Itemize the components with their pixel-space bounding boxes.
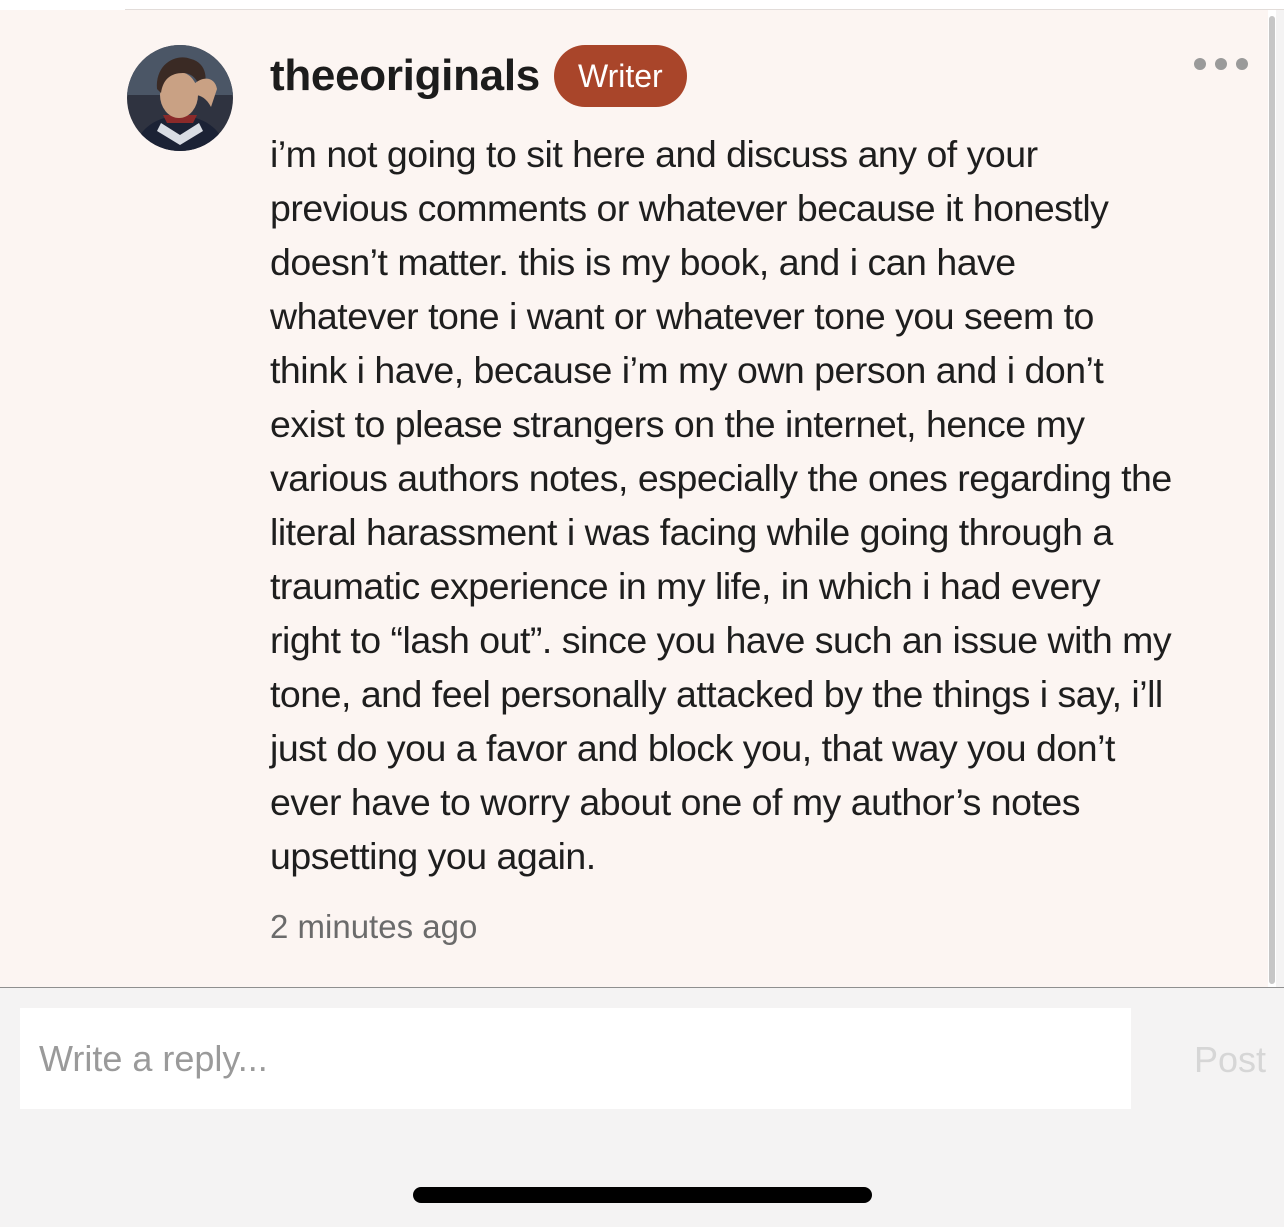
comment-timestamp: 2 minutes ago bbox=[270, 908, 478, 945]
comment-line: traumatic experience in my life, in whic… bbox=[270, 565, 1101, 607]
more-options-button[interactable] bbox=[1188, 50, 1254, 78]
reply-box bbox=[20, 1008, 1131, 1109]
scrollbar[interactable] bbox=[1268, 10, 1276, 987]
comment-line: previous comments or whatever because it… bbox=[270, 187, 1109, 229]
divider bbox=[0, 987, 1284, 988]
avatar[interactable] bbox=[127, 45, 233, 151]
writer-badge: Writer bbox=[553, 45, 687, 107]
comment-line: doesn’t matter. this is my book, and i c… bbox=[270, 241, 1016, 283]
post-button[interactable]: Post bbox=[1148, 1033, 1266, 1087]
reply-input[interactable] bbox=[20, 1008, 1131, 1109]
comment-line: exist to please strangers on the interne… bbox=[270, 403, 1085, 445]
more-horizontal-icon bbox=[1236, 58, 1248, 70]
comment-line: various authors notes, especially the on… bbox=[270, 457, 1172, 499]
comment-line: upsetting you again. bbox=[270, 835, 596, 877]
comment-line: just do you a favor and block you, that … bbox=[270, 727, 1115, 769]
top-strip bbox=[0, 0, 1284, 10]
comment-line: i’m not going to sit here and discuss an… bbox=[270, 133, 1038, 175]
avatar-image bbox=[127, 45, 233, 151]
comment-header: theeoriginals Writer bbox=[270, 44, 687, 108]
more-horizontal-icon bbox=[1215, 58, 1227, 70]
username[interactable]: theeoriginals bbox=[270, 51, 540, 101]
comment-line: literal harassment i was facing while go… bbox=[270, 511, 1113, 553]
comment-line: whatever tone i want or whatever tone yo… bbox=[270, 295, 1094, 337]
home-indicator[interactable] bbox=[413, 1187, 872, 1203]
comment-text: i’m not going to sit here and discuss an… bbox=[270, 127, 1260, 883]
scrollbar-thumb[interactable] bbox=[1269, 16, 1275, 984]
comment-line: tone, and feel personally attacked by th… bbox=[270, 673, 1163, 715]
comment-line: think i have, because i’m my own person … bbox=[270, 349, 1104, 391]
more-horizontal-icon bbox=[1194, 58, 1206, 70]
comment-line: right to “lash out”. since you have such… bbox=[270, 619, 1172, 661]
comment-line: ever have to worry about one of my autho… bbox=[270, 781, 1081, 823]
